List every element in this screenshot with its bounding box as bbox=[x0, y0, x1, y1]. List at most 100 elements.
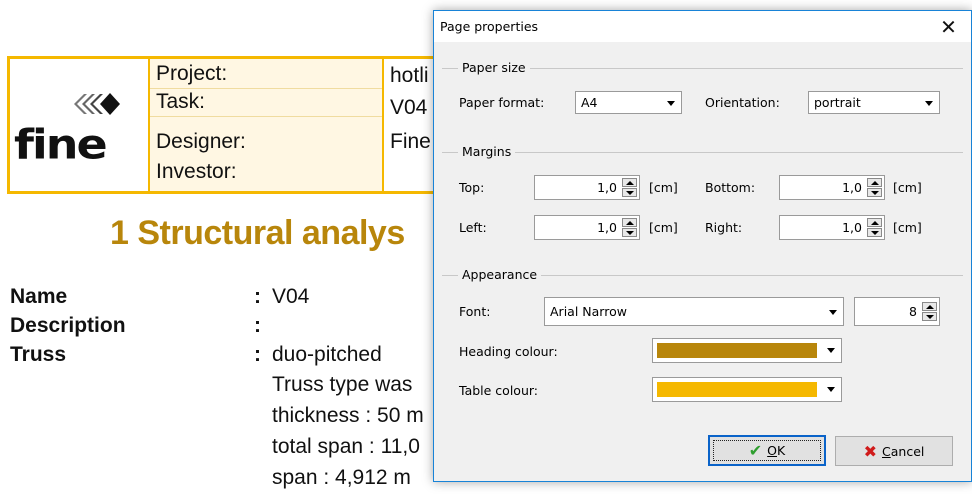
bottom-margin-label: Bottom: bbox=[705, 180, 756, 195]
logo-cell: fine bbox=[10, 59, 150, 191]
prop-colon-description: : bbox=[254, 314, 261, 337]
chevron-down-icon bbox=[827, 387, 835, 392]
logo-text: fine bbox=[14, 119, 108, 169]
header-label-designer: Designer: bbox=[156, 130, 246, 153]
spin-buttons bbox=[867, 218, 882, 237]
arrow-up-icon bbox=[626, 181, 634, 185]
font-value: Arial Narrow bbox=[550, 304, 627, 319]
header-label-task: Task: bbox=[150, 89, 382, 117]
table-colour-label: Table colour: bbox=[459, 383, 538, 398]
spin-buttons bbox=[922, 302, 937, 321]
prop-colon-truss: : bbox=[254, 343, 261, 366]
prop-label-truss: Truss bbox=[10, 343, 67, 366]
increment-button[interactable] bbox=[867, 218, 882, 227]
spin-buttons bbox=[867, 178, 882, 197]
section-title: 1 Structural analys bbox=[110, 214, 405, 252]
decrement-button[interactable] bbox=[867, 228, 882, 237]
arrow-down-icon bbox=[626, 191, 634, 195]
dialog-title: Page properties bbox=[440, 19, 539, 34]
top-margin-spinbox[interactable]: 1,0 bbox=[534, 175, 640, 200]
prop-value-name: V04 bbox=[272, 285, 310, 308]
arrow-down-icon bbox=[871, 231, 879, 235]
paper-size-group-title: Paper size bbox=[458, 60, 530, 75]
increment-button[interactable] bbox=[922, 302, 937, 311]
header-value-project: hotli bbox=[390, 64, 429, 87]
margins-group-title: Margins bbox=[458, 144, 516, 159]
right-margin-unit: [cm] bbox=[893, 220, 922, 235]
arrow-down-icon bbox=[871, 191, 879, 195]
top-margin-value: 1,0 bbox=[597, 180, 617, 195]
prop-value-truss: duo-pitched bbox=[272, 343, 382, 366]
top-margin-unit: [cm] bbox=[649, 180, 678, 195]
prop-label-name: Name bbox=[10, 285, 68, 308]
cancel-label: Cancel bbox=[882, 443, 925, 459]
increment-button[interactable] bbox=[867, 178, 882, 187]
chevron-down-icon bbox=[667, 101, 675, 106]
heading-colour-label: Heading colour: bbox=[459, 344, 558, 359]
focus-rect bbox=[713, 440, 821, 461]
left-margin-spinbox[interactable]: 1,0 bbox=[534, 215, 640, 240]
decrement-button[interactable] bbox=[622, 228, 637, 237]
close-button[interactable]: ✕ bbox=[926, 11, 971, 42]
font-select[interactable]: Arial Narrow bbox=[544, 297, 844, 326]
header-label-investor: Investor: bbox=[156, 160, 237, 183]
bottom-margin-spinbox[interactable]: 1,0 bbox=[779, 175, 885, 200]
orientation-label: Orientation: bbox=[705, 95, 780, 110]
bottom-margin-unit: [cm] bbox=[893, 180, 922, 195]
header-labels: Project: Task: Designer: Investor: bbox=[150, 59, 384, 191]
left-margin-unit: [cm] bbox=[649, 220, 678, 235]
appearance-group-title: Appearance bbox=[458, 267, 542, 282]
arrow-up-icon bbox=[626, 221, 634, 225]
margins-group-line bbox=[442, 152, 963, 153]
orientation-value: portrait bbox=[814, 95, 861, 110]
table-colour-swatch bbox=[657, 382, 817, 397]
heading-colour-swatch bbox=[657, 343, 817, 358]
title-bar[interactable]: Page properties ✕ bbox=[434, 11, 971, 42]
top-margin-label: Top: bbox=[459, 180, 485, 195]
decrement-button[interactable] bbox=[622, 188, 637, 197]
truss-line: Truss type was bbox=[272, 373, 413, 396]
left-margin-value: 1,0 bbox=[597, 220, 617, 235]
spin-buttons bbox=[622, 178, 637, 197]
heading-colour-picker[interactable] bbox=[652, 338, 842, 363]
right-margin-spinbox[interactable]: 1,0 bbox=[779, 215, 885, 240]
decrement-button[interactable] bbox=[922, 312, 937, 321]
arrow-down-icon bbox=[926, 315, 934, 319]
page-properties-dialog: Page properties ✕ Paper size Paper forma… bbox=[433, 10, 972, 482]
decrement-button[interactable] bbox=[867, 188, 882, 197]
arrow-down-icon bbox=[626, 231, 634, 235]
font-size-value: 8 bbox=[909, 304, 917, 319]
header-value-task: V04 bbox=[390, 96, 428, 119]
truss-line: thickness : 50 m bbox=[272, 404, 424, 427]
paper-format-select[interactable]: A4 bbox=[575, 91, 682, 114]
logo-arrows-icon bbox=[74, 93, 120, 115]
prop-label-description: Description bbox=[10, 314, 126, 337]
cancel-button[interactable]: ✖ Cancel bbox=[835, 436, 953, 466]
orientation-select[interactable]: portrait bbox=[808, 91, 940, 114]
increment-button[interactable] bbox=[622, 178, 637, 187]
left-margin-label: Left: bbox=[459, 220, 487, 235]
right-margin-label: Right: bbox=[705, 220, 743, 235]
chevron-down-icon bbox=[827, 348, 835, 353]
chevron-down-icon bbox=[925, 101, 933, 106]
spin-buttons bbox=[622, 218, 637, 237]
chevron-down-icon bbox=[829, 310, 837, 315]
x-icon: ✖ bbox=[863, 441, 878, 461]
right-margin-value: 1,0 bbox=[842, 220, 862, 235]
font-label: Font: bbox=[459, 304, 491, 319]
arrow-up-icon bbox=[871, 221, 879, 225]
truss-line: total span : 11,0 bbox=[272, 435, 420, 458]
font-size-spinbox[interactable]: 8 bbox=[854, 297, 940, 326]
bottom-margin-value: 1,0 bbox=[842, 180, 862, 195]
table-colour-picker[interactable] bbox=[652, 377, 842, 402]
paper-format-label: Paper format: bbox=[459, 95, 545, 110]
prop-colon-name: : bbox=[254, 285, 261, 308]
increment-button[interactable] bbox=[622, 218, 637, 227]
paper-format-value: A4 bbox=[581, 95, 598, 110]
arrow-up-icon bbox=[926, 305, 934, 309]
arrow-up-icon bbox=[871, 181, 879, 185]
close-icon: ✕ bbox=[940, 14, 957, 39]
header-label-project: Project: bbox=[150, 61, 382, 89]
ok-button[interactable]: ✔ OK bbox=[708, 435, 826, 466]
truss-line: span : 4,912 m bbox=[272, 466, 411, 489]
